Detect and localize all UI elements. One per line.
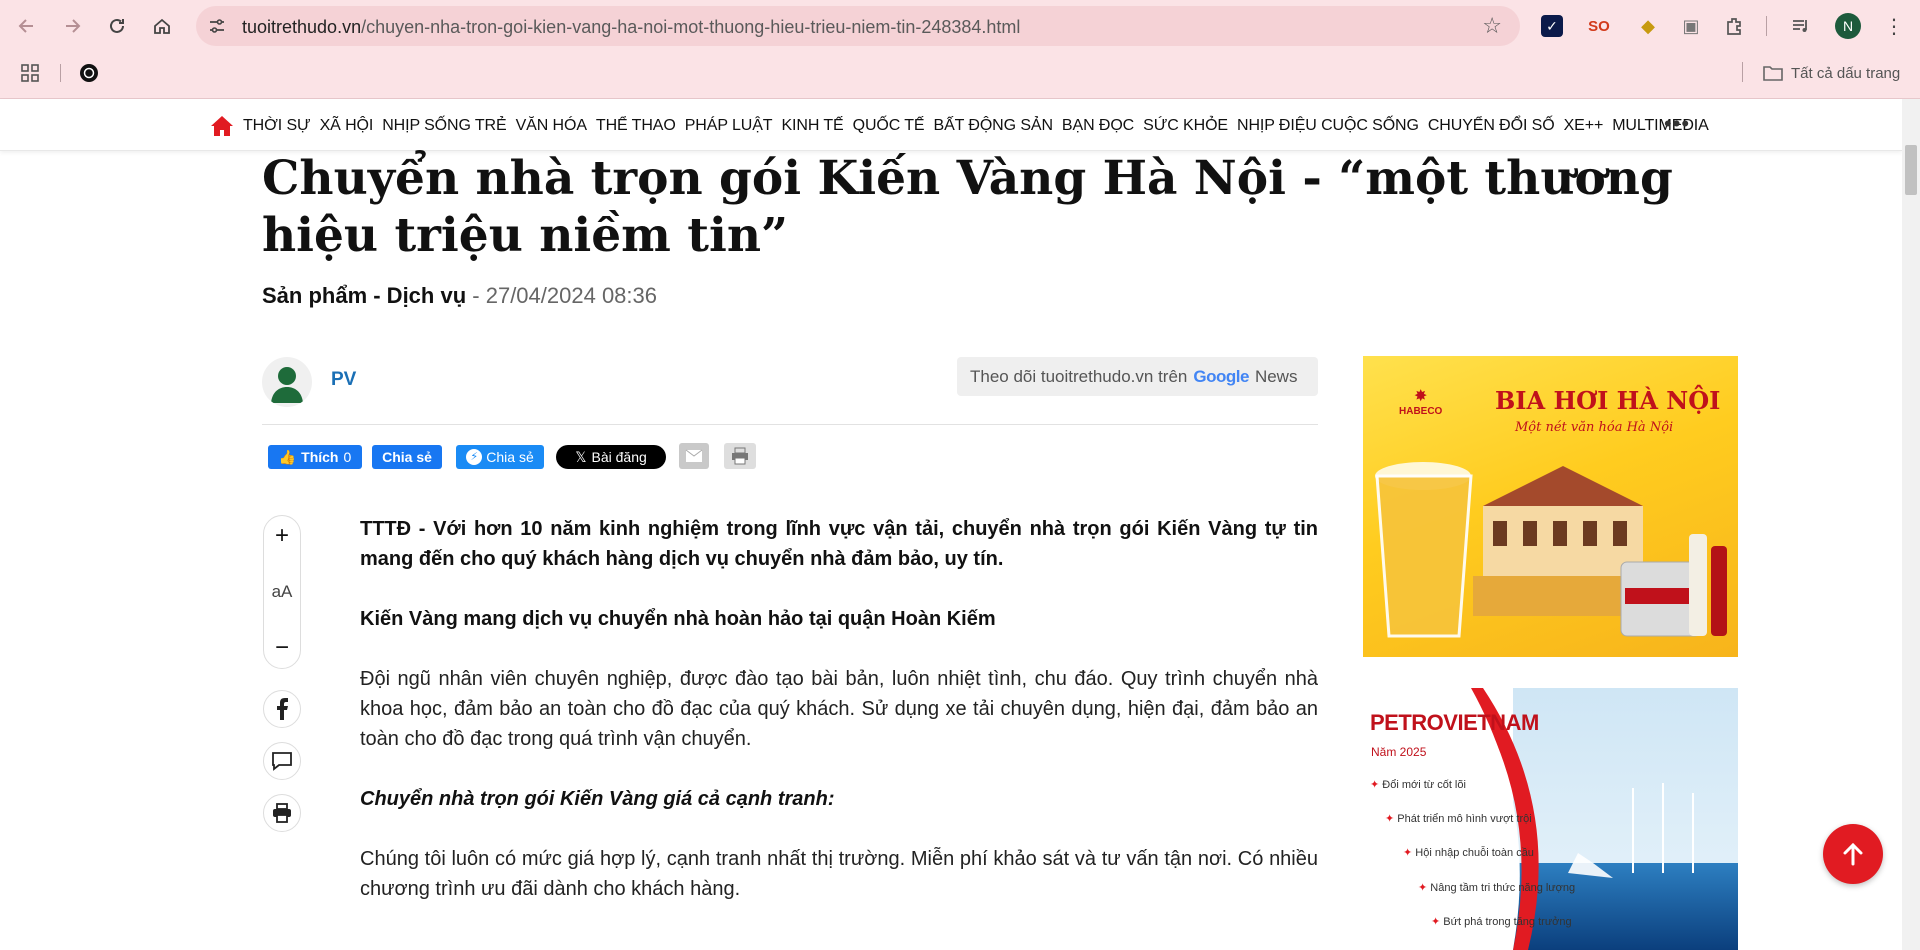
- article-category[interactable]: Sản phẩm - Dịch vụ: [262, 283, 466, 308]
- nav-item-chuyen-doi-so[interactable]: CHUYỂN ĐỔI SỐ: [1428, 117, 1555, 135]
- nav-item-kinh-te[interactable]: KINH TẾ: [781, 117, 843, 135]
- article-subheading: Kiến Vàng mang dịch vụ chuyển nhà hoàn h…: [360, 608, 996, 630]
- article-paragraph: Đội ngũ nhân viên chuyên nghiệp, được đà…: [360, 668, 1318, 750]
- nav-item-xa-hoi[interactable]: XÃ HỘI: [320, 117, 374, 135]
- article-lead: TTTĐ - Với hơn 10 năm kinh nghiệm trong …: [360, 518, 1318, 570]
- ad2-line: ✦ Bứt phá trong tăng trưởng: [1431, 916, 1572, 928]
- article-subheading: Chuyển nhà trọn gói Kiến Vàng giá cả cạn…: [360, 788, 835, 810]
- camera-extension-icon[interactable]: ▣: [1677, 12, 1705, 40]
- nav-item-bat-dong-san[interactable]: BẤT ĐỘNG SẢN: [934, 117, 1054, 135]
- profile-avatar[interactable]: N: [1835, 13, 1861, 39]
- news-label: News: [1254, 366, 1298, 386]
- ad2-line: ✦ Phát triển mô hình vượt trội: [1385, 813, 1532, 825]
- article-paragraph: Chúng tôi luôn có mức giá hợp lý, cạnh t…: [360, 848, 1318, 900]
- menu-icon[interactable]: ⋮: [1880, 12, 1908, 40]
- browser-chrome: tuoitrethudo.vn/chuyen-nha-tron-goi-kien…: [0, 0, 1920, 99]
- article-title: Chuyển nhà trọn gói Kiến Vàng Hà Nội - “…: [262, 151, 1673, 263]
- arrow-up-icon: [1843, 842, 1863, 866]
- media-control-icon[interactable]: [1787, 12, 1815, 40]
- nav-item-van-hoa[interactable]: VĂN HÓA: [516, 117, 587, 135]
- nav-item-suc-khoe[interactable]: SỨC KHỎE: [1143, 117, 1228, 135]
- scrollbar-thumb[interactable]: [1905, 145, 1917, 195]
- bookmark-bar-divider: [1742, 62, 1743, 82]
- beer-illustration: [1375, 462, 1727, 638]
- increase-font-button[interactable]: +: [275, 524, 289, 548]
- nav-item-phap-luat[interactable]: PHÁP LUẬT: [685, 117, 773, 135]
- home-icon[interactable]: [147, 11, 177, 41]
- all-bookmarks-button[interactable]: Tất cả dấu trang: [1763, 60, 1900, 86]
- comment-icon[interactable]: [263, 742, 301, 780]
- bookmark-divider: [60, 64, 61, 82]
- article-date: - 27/04/2024 08:36: [472, 283, 657, 308]
- nav-item-the-thao[interactable]: THỂ THAO: [596, 117, 676, 135]
- print-share-icon[interactable]: [724, 443, 756, 469]
- facebook-icon[interactable]: [263, 690, 301, 728]
- email-share-icon[interactable]: [679, 443, 709, 469]
- print-icon[interactable]: [263, 794, 301, 832]
- ad2-year: Năm 2025: [1371, 745, 1427, 759]
- messenger-icon: ⚡: [466, 449, 483, 465]
- messenger-share-button[interactable]: ⚡ Chia sẻ: [456, 445, 544, 469]
- google-logo: Google: [1193, 366, 1249, 386]
- extensions-icon[interactable]: [1720, 12, 1748, 40]
- more-menu-icon[interactable]: •••: [1664, 111, 1690, 137]
- author-avatar[interactable]: [262, 357, 312, 407]
- address-bar[interactable]: tuoitrethudo.vn/chuyen-nha-tron-goi-kien…: [196, 6, 1520, 46]
- article-body: TTTĐ - Với hơn 10 năm kinh nghiệm trong …: [360, 514, 1318, 934]
- back-icon[interactable]: [12, 11, 42, 41]
- todo-extension-icon[interactable]: ✓: [1541, 15, 1563, 37]
- nav-item-thoi-su[interactable]: THỜI SỰ: [243, 117, 311, 135]
- site-info-icon[interactable]: [206, 15, 228, 37]
- chatgpt-bookmark-icon[interactable]: [79, 60, 99, 86]
- toolbar-divider: [1766, 16, 1767, 36]
- nav-item-nhip-song-tre[interactable]: NHỊP SỐNG TRẺ: [382, 117, 506, 135]
- petrovietnam-logo: PETROVIETNAM: [1370, 710, 1539, 735]
- facebook-like-button[interactable]: 👍 Thích 0: [268, 445, 362, 469]
- nav-menu: THỜI SỰ XÃ HỘI NHỊP SỐNG TRẺ VĂN HÓA THỂ…: [210, 115, 1709, 137]
- follow-text: Theo dõi tuoitrethudo.vn trên: [970, 366, 1188, 386]
- divider: [262, 424, 1318, 425]
- petrovietnam-ad[interactable]: PETROVIETNAM Năm 2025 ✦ Đổi mới từ cốt l…: [1363, 688, 1738, 950]
- ad2-line: ✦ Hội nhập chuỗi toàn cầu: [1403, 847, 1534, 859]
- apps-icon[interactable]: [20, 60, 40, 86]
- google-news-follow[interactable]: Theo dõi tuoitrethudo.vn trên Google New…: [957, 357, 1318, 396]
- folder-icon: [1763, 66, 1783, 81]
- facebook-share-button[interactable]: Chia sẻ: [372, 445, 442, 469]
- font-size-label: aA: [271, 582, 293, 601]
- bookmark-star-icon[interactable]: ☆: [1482, 13, 1502, 39]
- bia-hoi-ha-noi-ad[interactable]: ✸ HABECO BIA HƠI HÀ NỘI Một nét văn hóa H…: [1363, 356, 1738, 657]
- author-name[interactable]: PV: [331, 369, 356, 391]
- x-post-button[interactable]: 𝕏 Bài đăng: [556, 445, 666, 469]
- ad2-line: ✦ Nâng tầm tri thức năng lượng: [1418, 882, 1576, 894]
- url-text: tuoitrethudo.vn/chuyen-nha-tron-goi-kien…: [242, 17, 1021, 37]
- nav-item-ban-doc[interactable]: BẠN ĐỌC: [1062, 117, 1134, 135]
- x-logo-icon: 𝕏: [575, 448, 587, 465]
- back-to-top-button[interactable]: [1823, 824, 1883, 884]
- reload-icon[interactable]: [102, 11, 132, 41]
- nav-item-nhip-dieu-cuoc-song[interactable]: NHỊP ĐIỆU CUỘC SỐNG: [1237, 117, 1419, 135]
- site-navigation: THỜI SỰ XÃ HỘI NHỊP SỐNG TRẺ VĂN HÓA THỂ…: [0, 99, 1902, 151]
- scrollbar-track[interactable]: [1902, 99, 1920, 950]
- article-meta: Sản phẩm - Dịch vụ - 27/04/2024 08:36: [262, 283, 657, 309]
- font-size-tools: + aA −: [263, 515, 301, 669]
- seo-extension-icon[interactable]: SO: [1585, 12, 1613, 40]
- forward-icon[interactable]: [57, 11, 87, 41]
- nav-item-xe[interactable]: XE++: [1564, 117, 1604, 135]
- home-nav-icon[interactable]: [210, 115, 234, 137]
- drive-extension-icon[interactable]: ◆: [1634, 12, 1662, 40]
- thumb-up-icon: 👍: [278, 448, 297, 465]
- nav-item-quoc-te[interactable]: QUỐC TẾ: [853, 117, 925, 135]
- nav-item-multimedia[interactable]: MULTIMEDIA: [1612, 117, 1709, 135]
- decrease-font-button[interactable]: −: [275, 636, 289, 660]
- ad2-line: ✦ Đổi mới từ cốt lõi: [1370, 779, 1466, 791]
